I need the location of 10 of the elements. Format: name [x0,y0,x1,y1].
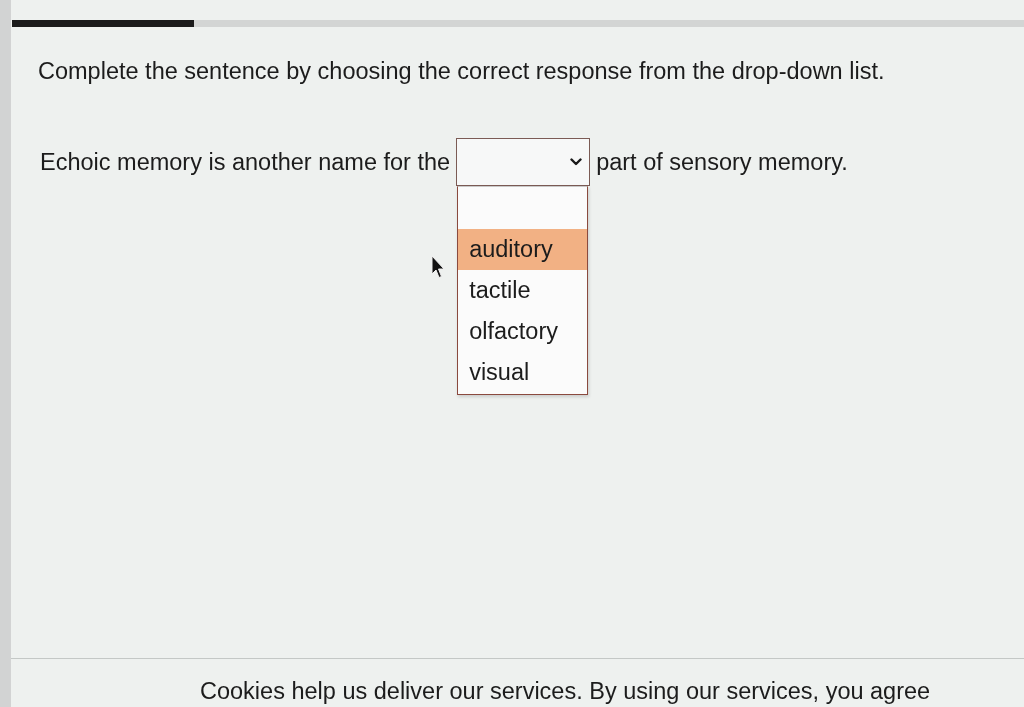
dropdown-select[interactable] [456,138,591,186]
instruction-text: Complete the sentence by choosing the correct response from the drop-down list. [38,57,885,85]
dropdown-option[interactable]: olfactory [458,311,588,352]
dropdown-option[interactable]: auditory [458,229,588,270]
cookie-notice-text: Cookies help us deliver our services. By using our services, you agree [200,678,931,705]
dropdown-option[interactable]: tactile [458,270,588,311]
sentence-text: part of sensory memory. [596,148,848,176]
sentence-text: Echoic memory is another name for the [40,148,451,176]
dropdown-option[interactable]: visual [458,352,588,393]
chevron-down-icon [570,158,583,166]
